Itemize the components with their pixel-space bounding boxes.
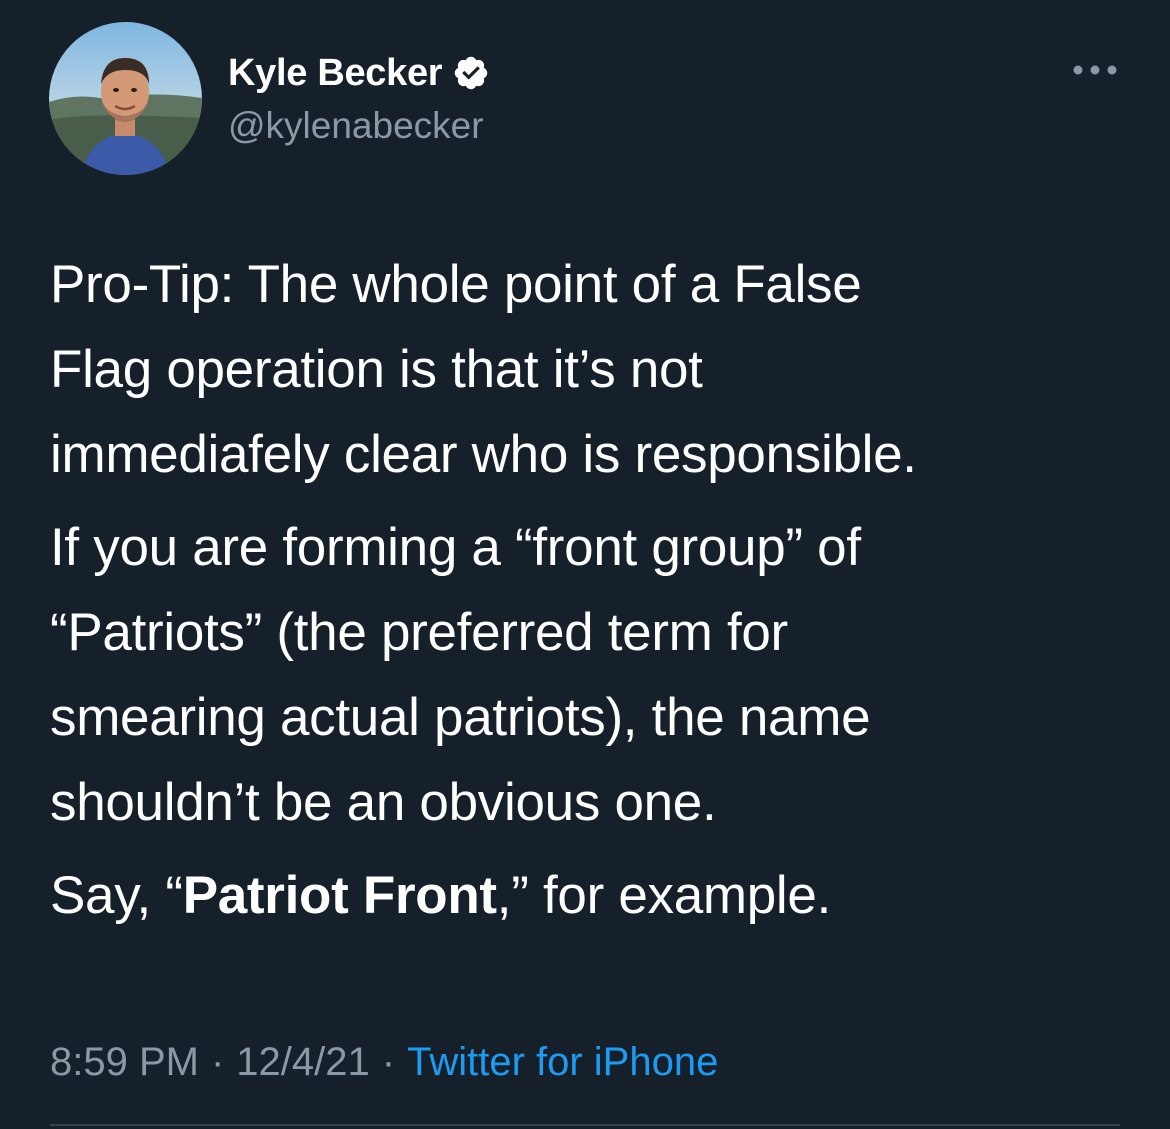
tweet-date[interactable]: 12/4/21 — [236, 1040, 369, 1084]
author-name-row[interactable]: Kyle Becker — [228, 50, 490, 96]
tweet-bold-text: Patriot Front — [182, 866, 497, 925]
tweet-text: Pro-Tip: The whole point of a False Flag… — [50, 242, 1140, 938]
tweet-source-link[interactable]: Twitter for iPhone — [407, 1040, 718, 1084]
meta-separator: · — [210, 1040, 225, 1084]
tweet-paragraph: Say, “Patriot Front,” for example. — [50, 853, 1140, 938]
meta-separator: · — [381, 1040, 396, 1084]
divider — [50, 1124, 1120, 1126]
tweet-time[interactable]: 8:59 PM — [50, 1040, 199, 1084]
more-horizontal-icon — [1072, 63, 1118, 81]
tweet-paragraph: If you are forming a “front group” of “P… — [50, 518, 871, 832]
verified-badge-icon — [452, 54, 490, 92]
avatar[interactable] — [49, 22, 202, 175]
author-display-name[interactable]: Kyle Becker — [228, 50, 443, 96]
tweet-paragraph-prefix: Say, “ — [50, 866, 183, 925]
author-handle[interactable]: @kylenabecker — [228, 103, 484, 149]
tweet-paragraph: Pro-Tip: The whole point of a False Flag… — [50, 255, 917, 484]
tweet-paragraph-suffix: ,” for example. — [496, 866, 832, 925]
more-options-button[interactable] — [1066, 52, 1124, 92]
tweet-metadata: 8:59 PM · 12/4/21 · Twitter for iPhone — [50, 1034, 718, 1090]
